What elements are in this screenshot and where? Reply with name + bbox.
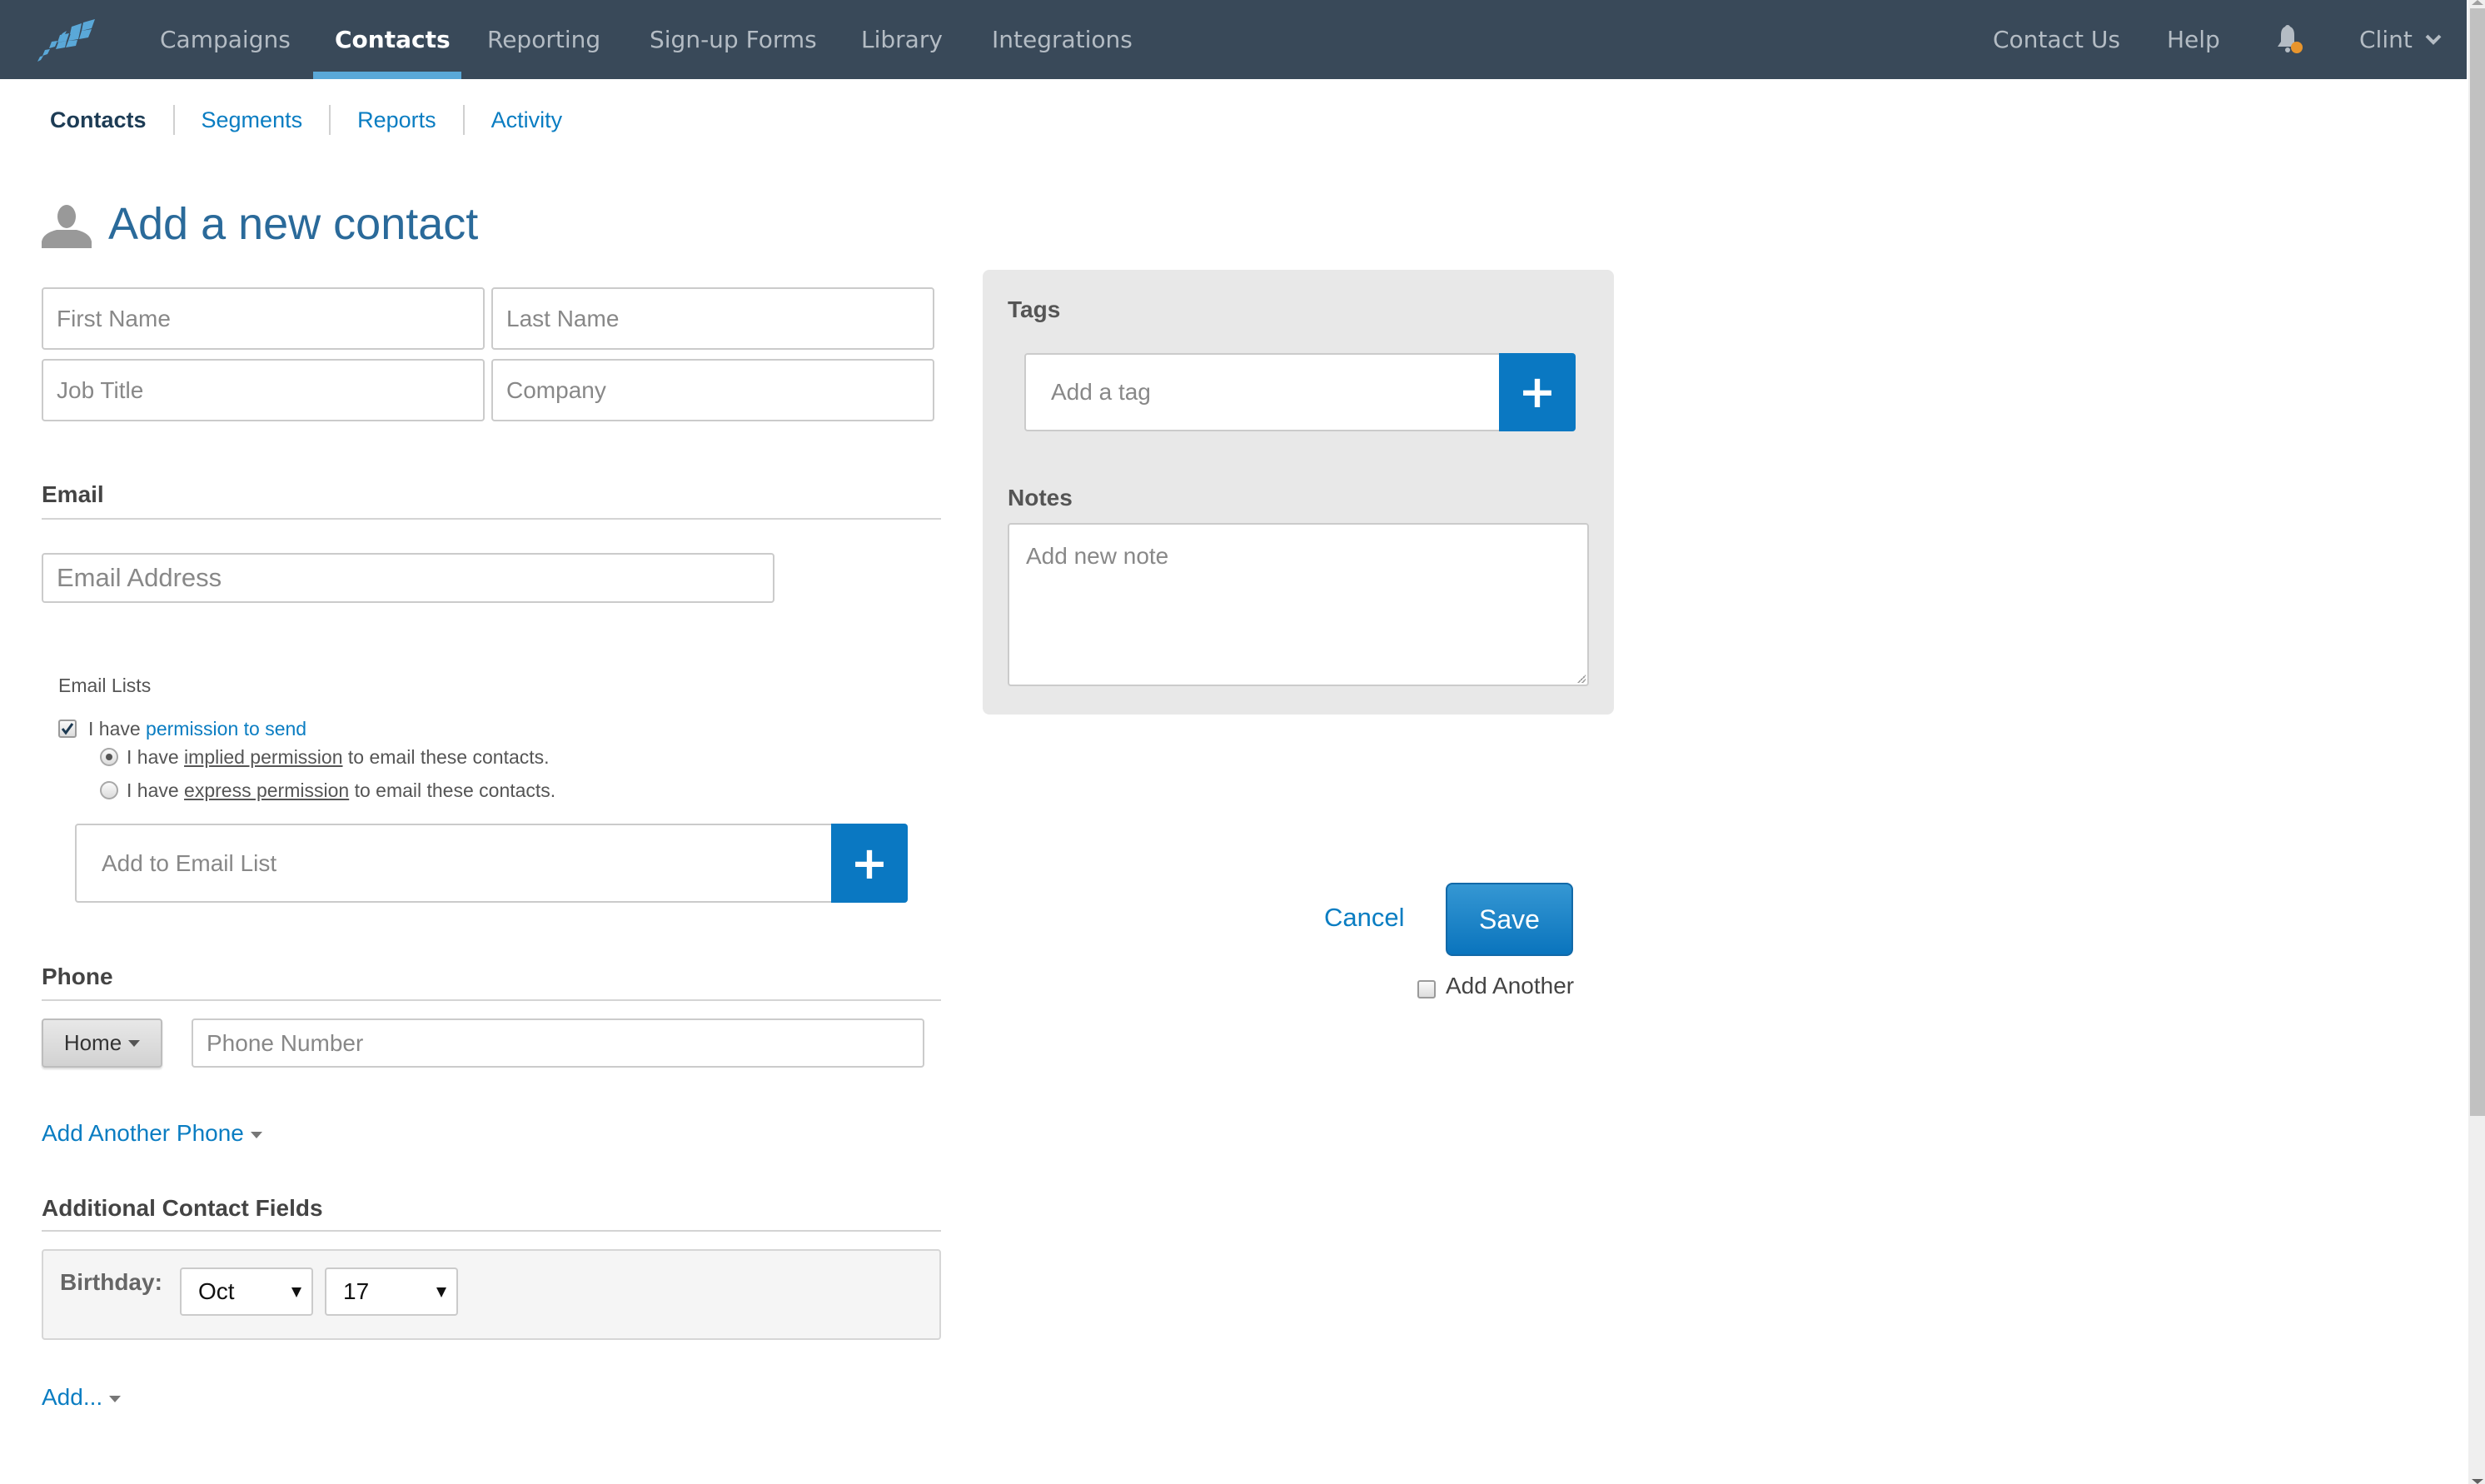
- express-permission-term[interactable]: express permission: [184, 779, 349, 801]
- first-name-input[interactable]: First Name: [42, 287, 485, 350]
- plus-icon: +: [1518, 366, 1556, 418]
- scrollbar-thumb[interactable]: [2470, 8, 2485, 1116]
- additional-fields-box: Birthday: Oct 17: [42, 1249, 941, 1340]
- add-another-phone[interactable]: Add Another Phone: [42, 1120, 262, 1147]
- birthday-day-select[interactable]: 17: [325, 1267, 458, 1316]
- subnav-contacts[interactable]: Contacts: [50, 105, 173, 135]
- add-email-list-button[interactable]: +: [831, 824, 908, 903]
- phone-divider: [42, 999, 941, 1001]
- top-nav: Campaigns Contacts Reporting Sign-up For…: [0, 0, 2467, 79]
- job-title-input[interactable]: Job Title: [42, 359, 485, 421]
- notes-placeholder: Add new note: [1026, 543, 1169, 569]
- logo-icon[interactable]: [35, 18, 98, 62]
- checkmark-icon: [61, 723, 74, 735]
- sub-nav: Contacts Segments Reports Activity: [50, 103, 589, 137]
- phone-number-input[interactable]: Phone Number: [192, 1018, 924, 1068]
- plus-icon: +: [850, 836, 889, 889]
- birthday-label: Birthday:: [60, 1269, 162, 1295]
- last-name-input[interactable]: Last Name: [491, 287, 934, 350]
- radio-suffix: to email these contacts.: [349, 779, 556, 801]
- scroll-up-arrow-icon[interactable]: [2472, 0, 2483, 5]
- add-tag-input[interactable]: Add a tag: [1024, 353, 1501, 431]
- bell-icon[interactable]: [2272, 23, 2305, 57]
- cancel-button[interactable]: Cancel: [1324, 903, 1405, 933]
- additional-fields-heading: Additional Contact Fields: [42, 1195, 323, 1221]
- add-another-label: Add Another: [1446, 973, 1575, 998]
- permission-prefix: I have: [88, 718, 147, 740]
- phone-heading: Phone: [42, 964, 113, 989]
- nav-contacts[interactable]: Contacts: [335, 0, 451, 79]
- phone-type-dropdown[interactable]: Home: [42, 1018, 162, 1068]
- email-lists-label: Email Lists: [58, 675, 152, 696]
- add-field-link[interactable]: Add...: [42, 1384, 102, 1410]
- notes-label: Notes: [1008, 485, 1073, 510]
- caret-down-icon: [250, 1131, 262, 1138]
- user-menu[interactable]: Clint: [2359, 0, 2413, 79]
- add-tag-button[interactable]: +: [1499, 353, 1576, 431]
- add-email-list-input[interactable]: Add to Email List: [75, 824, 833, 903]
- company-input[interactable]: Company: [491, 359, 934, 421]
- caret-down-icon: [109, 1395, 122, 1402]
- person-icon: [42, 205, 92, 248]
- chevron-down-icon[interactable]: [2425, 33, 2442, 45]
- express-permission-radio[interactable]: [100, 781, 118, 799]
- notes-textarea[interactable]: Add new note: [1008, 523, 1589, 686]
- express-permission-label: I have express permission to email these…: [127, 779, 555, 802]
- add-another-phone-link[interactable]: Add Another Phone: [42, 1120, 244, 1146]
- save-button[interactable]: Save: [1446, 883, 1573, 956]
- permission-checkbox[interactable]: [58, 720, 77, 738]
- tags-label: Tags: [1008, 296, 1061, 322]
- nav-signup-forms[interactable]: Sign-up Forms: [650, 0, 817, 79]
- radio-suffix: to email these contacts.: [342, 746, 550, 768]
- select-caret-icon: [291, 1287, 301, 1297]
- permission-to-send-link[interactable]: permission to send: [146, 718, 306, 740]
- birthday-month-value: Oct: [198, 1278, 235, 1304]
- nav-library[interactable]: Library: [861, 0, 943, 79]
- page-title: Add a new contact: [108, 199, 479, 249]
- caret-down-icon: [128, 1039, 141, 1047]
- resize-grip-icon[interactable]: [1577, 675, 1586, 683]
- nav-campaigns[interactable]: Campaigns: [160, 0, 291, 79]
- implied-permission-label: I have implied permission to email these…: [127, 746, 550, 769]
- select-caret-icon: [436, 1287, 446, 1297]
- subnav-reports[interactable]: Reports: [329, 105, 463, 135]
- subnav-segments[interactable]: Segments: [172, 105, 330, 135]
- nav-integrations[interactable]: Integrations: [992, 0, 1133, 79]
- radio-prefix: I have: [127, 779, 185, 801]
- radio-prefix: I have: [127, 746, 185, 768]
- nav-help[interactable]: Help: [2167, 0, 2220, 79]
- phone-type-label: Home: [63, 1030, 122, 1055]
- scroll-down-arrow-icon[interactable]: [2472, 1479, 2483, 1484]
- nav-reporting[interactable]: Reporting: [487, 0, 600, 79]
- implied-permission-term[interactable]: implied permission: [184, 746, 342, 768]
- tags-notes-panel: Tags Add a tag + Notes Add new note: [983, 270, 1614, 715]
- add-field-dropdown[interactable]: Add...: [42, 1384, 122, 1411]
- permission-label: I have permission to send: [88, 718, 306, 740]
- vertical-scrollbar[interactable]: [2468, 0, 2485, 1484]
- page: Campaigns Contacts Reporting Sign-up For…: [0, 0, 2485, 1484]
- email-address-input[interactable]: Email Address: [42, 553, 774, 603]
- nav-contact-us[interactable]: Contact Us: [1993, 0, 2120, 79]
- add-another-checkbox[interactable]: [1417, 980, 1436, 998]
- subnav-activity[interactable]: Activity: [462, 105, 590, 135]
- birthday-day-value: 17: [343, 1278, 370, 1304]
- additional-divider: [42, 1230, 941, 1232]
- active-tab-indicator: [313, 72, 461, 79]
- email-heading: Email: [42, 481, 104, 507]
- birthday-month-select[interactable]: Oct: [180, 1267, 313, 1316]
- implied-permission-radio[interactable]: [100, 748, 118, 766]
- email-divider: [42, 518, 941, 520]
